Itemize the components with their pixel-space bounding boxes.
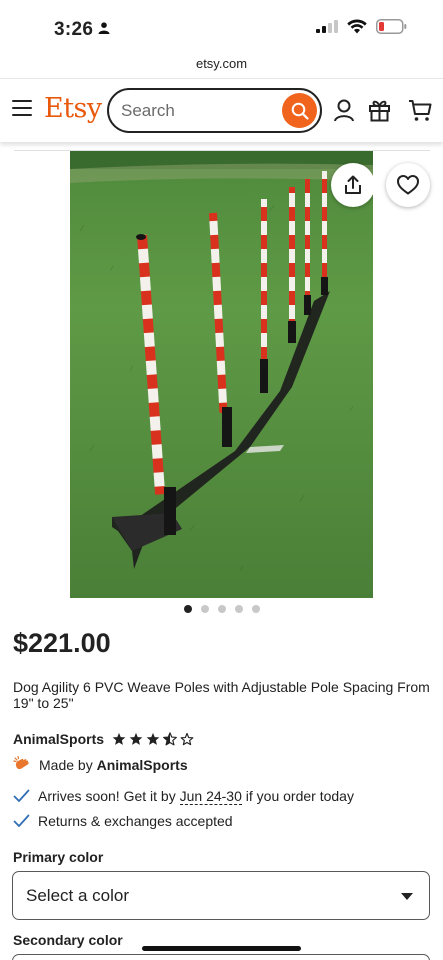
made-by-row: Made by AnimalSports (13, 756, 188, 774)
person-icon (98, 22, 110, 34)
search-icon (291, 102, 309, 120)
star-rating[interactable] (112, 732, 194, 746)
etsy-logo[interactable]: Etsy (44, 93, 102, 124)
status-time: 3:26 (54, 19, 94, 40)
share-icon (345, 175, 361, 194)
carousel-dot[interactable] (183, 605, 192, 613)
arrival-prefix: Arrives soon! Get it by (38, 788, 176, 804)
shop-rating-row: AnimalSports (13, 731, 194, 747)
status-bar: 3:26 (0, 0, 443, 50)
menu-icon-bar (12, 114, 32, 116)
made-by-shop-link[interactable]: AnimalSports (97, 757, 188, 773)
star-full-icon (146, 732, 160, 745)
menu-icon-bar (12, 100, 32, 102)
weave-pole (321, 171, 328, 295)
share-button[interactable] (331, 163, 373, 207)
product-price: $221.00 (13, 628, 111, 658)
heart-icon (397, 175, 419, 195)
arrival-suffix: if you order today (245, 788, 354, 804)
favorite-button[interactable] (386, 163, 430, 207)
primary-color-select[interactable]: Select a color (12, 871, 430, 920)
star-full-icon (129, 732, 143, 745)
carousel-dots (0, 605, 443, 613)
carousel-dot[interactable] (217, 605, 226, 613)
checkmark-icon (13, 814, 30, 827)
primary-color-label: Primary color (13, 849, 104, 865)
account-icon[interactable] (333, 99, 355, 122)
search-button[interactable] (282, 93, 317, 128)
cellular-signal-icon (316, 20, 338, 33)
waving-hand-icon (13, 756, 29, 770)
menu-icon-bar (12, 107, 32, 109)
menu-button[interactable] (12, 100, 34, 120)
carousel-dot[interactable] (234, 605, 243, 613)
home-indicator (142, 946, 301, 951)
url-bar[interactable]: etsy.com (0, 50, 443, 78)
arrival-dates[interactable]: Jun 24-30 (179, 788, 242, 805)
carousel-dot[interactable] (251, 605, 260, 613)
battery-low-icon (376, 19, 407, 34)
secondary-color-select[interactable] (12, 954, 430, 960)
product-image[interactable] (70, 151, 373, 598)
wifi-icon (347, 19, 367, 34)
cart-icon[interactable] (408, 99, 432, 122)
product-title: Dog Agility 6 PVC Weave Poles with Adjus… (13, 679, 430, 711)
arrival-row: Arrives soon! Get it by Jun 24-30 if you… (13, 788, 354, 805)
primary-color-value: Select a color (26, 886, 129, 905)
weave-pole (304, 179, 311, 315)
shop-name-link[interactable]: AnimalSports (13, 731, 104, 747)
star-half-icon (163, 732, 177, 746)
weave-pole (288, 187, 296, 343)
returns-row: Returns & exchanges accepted (13, 813, 233, 829)
secondary-color-label: Secondary color (13, 932, 123, 948)
checkmark-icon (13, 789, 30, 802)
made-by-prefix: Made by (39, 757, 93, 773)
status-icons (316, 19, 407, 34)
chevron-down-icon (401, 893, 413, 900)
weave-poles-photo (70, 151, 373, 598)
weave-pole (260, 199, 268, 393)
gift-icon[interactable] (368, 99, 391, 122)
star-full-icon (112, 732, 126, 745)
returns-text: Returns & exchanges accepted (38, 813, 233, 829)
search-box[interactable] (107, 88, 322, 133)
star-empty-icon (180, 732, 194, 746)
site-header: Etsy (0, 78, 443, 142)
carousel-dot[interactable] (200, 605, 209, 613)
search-input[interactable] (121, 99, 276, 123)
